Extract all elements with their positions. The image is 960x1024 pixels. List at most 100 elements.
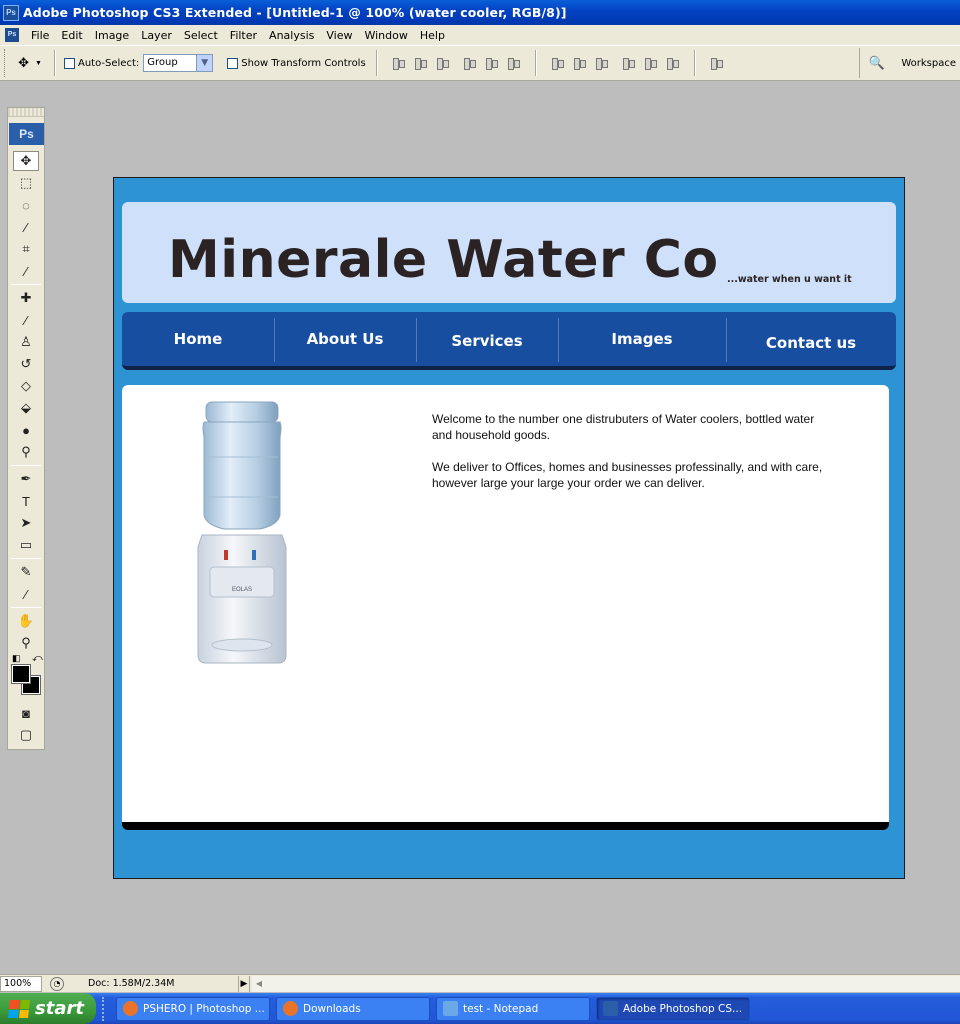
swap-colors-icon[interactable]: ⤺ [32, 653, 43, 664]
eyedropper-tool-icon[interactable]: ⁄ [13, 584, 39, 604]
align-top-icon[interactable] [389, 55, 409, 71]
checkbox-box[interactable] [227, 57, 239, 69]
tool-preset-picker[interactable]: ✥ ▼ [10, 49, 50, 77]
eraser-tool-icon[interactable]: ◇ [13, 376, 39, 396]
menu-edit[interactable]: Edit [55, 29, 88, 42]
dodge-tool-icon[interactable]: ⚲ [13, 442, 39, 462]
distribute-right-icon[interactable] [663, 55, 683, 71]
windows-taskbar: start PSHERO | Photoshop ... Downloads t… [0, 993, 960, 1024]
show-transform-controls-checkbox[interactable]: Show Transform Controls [227, 57, 366, 69]
paint-bucket-tool-icon[interactable]: ⬙ [13, 398, 39, 418]
toolbox-grip[interactable] [8, 108, 44, 117]
photoshop-app-icon[interactable]: Ps [3, 4, 19, 21]
nav-contact-us[interactable]: Contact us [726, 316, 896, 370]
align-left-icon[interactable] [460, 55, 480, 71]
divider [375, 50, 378, 76]
nav-home[interactable]: Home [122, 312, 274, 366]
menu-view[interactable]: View [320, 29, 358, 42]
start-button[interactable]: start [0, 993, 96, 1024]
taskbar-grip[interactable] [102, 996, 110, 1021]
tool-list: ✥ ⬚ ◌ ⁄ ⌗ ⁄ ✚ ∕ ♙ ↺ ◇ ⬙ ● ⚲ ✒ T ➤ ▭ ✎ ⁄ ✋ ⚲ [8, 151, 44, 653]
nav-images[interactable]: Images [558, 312, 726, 366]
menu-bar: Ps File Edit Image Layer Select Filter A… [0, 25, 960, 45]
divider [693, 50, 696, 76]
type-tool-icon[interactable]: T [13, 491, 39, 511]
menu-image[interactable]: Image [89, 29, 135, 42]
lasso-tool-icon[interactable]: ◌ [13, 195, 39, 215]
menu-analysis[interactable]: Analysis [263, 29, 320, 42]
move-icon: ✥ [18, 55, 29, 70]
pen-tool-icon[interactable]: ✒ [13, 469, 39, 489]
blur-tool-icon[interactable]: ● [13, 420, 39, 440]
scroll-left-icon[interactable]: ◀ [252, 976, 266, 991]
screen-mode-icon[interactable]: ▢ [13, 725, 39, 745]
menu-help[interactable]: Help [414, 29, 451, 42]
status-menu-arrow-icon[interactable]: ▶ [238, 975, 250, 992]
clone-stamp-tool-icon[interactable]: ♙ [13, 332, 39, 352]
document-icon[interactable]: Ps [5, 28, 19, 42]
document-canvas[interactable]: Minerale Water Co ...water when u want i… [113, 177, 905, 879]
photoshop-logo[interactable]: Ps [9, 123, 44, 145]
align-bottom-icon[interactable] [433, 55, 453, 71]
magic-wand-tool-icon[interactable]: ⁄ [13, 217, 39, 237]
divider [54, 50, 56, 76]
foreground-color-swatch[interactable] [11, 664, 31, 684]
bridge-icon[interactable]: 🔍 [859, 48, 893, 78]
nav-services[interactable]: Services [416, 314, 558, 368]
zoom-tool-icon[interactable]: ⚲ [13, 633, 39, 653]
site-nav-bar: Home About Us Services Images Contact us [122, 312, 896, 370]
hand-tool-icon[interactable]: ✋ [13, 611, 39, 631]
site-tagline: ...water when u want it [727, 274, 852, 285]
site-content-panel: EOLAS Welcome to the number one distrubu… [122, 385, 889, 830]
distribute-left-icon[interactable] [619, 55, 639, 71]
distribute-top-icon[interactable] [548, 55, 568, 71]
brush-tool-icon[interactable]: ∕ [13, 310, 39, 330]
distribute-horizontal-center-icon[interactable] [641, 55, 661, 71]
menu-select[interactable]: Select [178, 29, 224, 42]
workspace-button[interactable]: Workspace [893, 58, 960, 69]
distribute-vertical-center-icon[interactable] [570, 55, 590, 71]
tool-divider [11, 558, 41, 559]
menu-file[interactable]: File [25, 29, 55, 42]
color-swatches: ◧ ⤺ [8, 653, 44, 701]
align-vertical-center-icon[interactable] [411, 55, 431, 71]
window-title-bar: Ps Adobe Photoshop CS3 Extended - [Untit… [0, 0, 960, 25]
task-firefox-pshero[interactable]: PSHERO | Photoshop ... [116, 996, 270, 1021]
options-bar: ✥ ▼ Auto-Select: Group ▼ Show Transform C… [0, 45, 960, 81]
task-label: Downloads [303, 1002, 361, 1015]
auto-align-layers-icon[interactable] [707, 55, 727, 71]
align-horizontal-center-icon[interactable] [482, 55, 502, 71]
tool-divider [11, 607, 41, 608]
menu-filter[interactable]: Filter [224, 29, 263, 42]
nav-about-us[interactable]: About Us [274, 312, 416, 366]
menu-layer[interactable]: Layer [135, 29, 178, 42]
auto-select-checkbox[interactable]: Auto-Select: [64, 57, 139, 69]
crop-tool-icon[interactable]: ⌗ [13, 239, 39, 259]
status-info-icon[interactable]: ◔ [50, 976, 64, 991]
path-selection-tool-icon[interactable]: ➤ [13, 513, 39, 533]
horizontal-scrollbar[interactable]: ◀ [252, 975, 960, 992]
checkbox-box[interactable] [64, 57, 75, 69]
align-right-icon[interactable] [504, 55, 524, 71]
auto-select-value: Group [147, 57, 178, 68]
marquee-tool-icon[interactable]: ⬚ [13, 173, 39, 193]
quick-mask-icon[interactable]: ◙ [13, 703, 39, 723]
healing-brush-tool-icon[interactable]: ✚ [13, 288, 39, 308]
distribute-bottom-icon[interactable] [592, 55, 612, 71]
menu-window[interactable]: Window [358, 29, 413, 42]
history-brush-tool-icon[interactable]: ↺ [13, 354, 39, 374]
default-colors-icon[interactable]: ◧ [12, 653, 21, 664]
task-downloads[interactable]: Downloads [276, 996, 430, 1021]
task-photoshop[interactable]: Adobe Photoshop CS... [596, 996, 750, 1021]
chevron-down-icon[interactable]: ▼ [196, 55, 213, 71]
rectangle-tool-icon[interactable]: ▭ [13, 535, 39, 555]
eyedropper-slice-tool-icon[interactable]: ⁄ [13, 261, 39, 281]
task-notepad[interactable]: test - Notepad [436, 996, 590, 1021]
zoom-level-field[interactable]: 100% [0, 975, 42, 992]
auto-select-dropdown[interactable]: Group ▼ [143, 54, 214, 72]
windows-logo-icon [8, 999, 30, 1018]
notes-tool-icon[interactable]: ✎ [13, 562, 39, 582]
firefox-icon [283, 1001, 298, 1016]
site-logo-text: Minerale Water Co [168, 230, 719, 290]
move-tool-icon[interactable]: ✥ [13, 151, 39, 171]
